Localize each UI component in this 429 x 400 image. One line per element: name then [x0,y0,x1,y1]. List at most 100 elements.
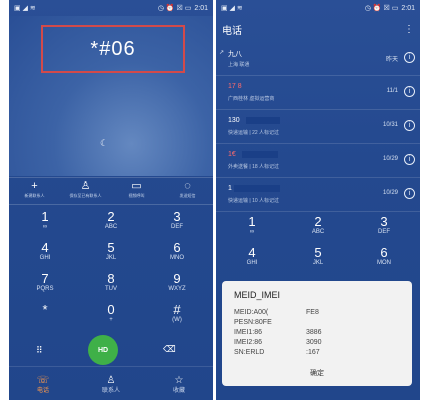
video-call-label: 视频呼叫 [128,193,145,198]
key-digit: 1 [41,209,49,224]
tab-phone-label: 电话 [36,387,49,394]
meid-label: MEID:A00( [234,309,269,316]
pesn-label: PESN:80FE [234,319,272,326]
dialer-actions: + 新建联系人 ♙ 保存至已有联系人 ▭ 视频呼叫 ◌ 发送短信 [9,177,213,205]
meid-value: FE8 [306,309,319,316]
imei2-value: 3090 [306,339,322,346]
key-digit: 3 [380,214,388,229]
key-3[interactable]: 3 DEF [147,210,207,231]
info-icon[interactable]: i [404,154,415,165]
page-title: 电话 [222,25,242,37]
list-item[interactable]: 17 8 广西桂林 虚拟运营商 11/1 i [216,76,420,110]
pesn-line: PESN:80FE [234,319,272,326]
info-icon[interactable]: i [404,52,415,63]
caller-name: 1 [228,185,232,192]
key-digit: 8 [107,271,115,286]
key-hash[interactable]: # (W) [147,303,207,324]
call-date: 10/29 [382,156,398,162]
redaction-bar [242,151,278,158]
key-4[interactable]: 4 GHI [15,241,75,262]
save-to-contact-button[interactable]: ♙ 保存至已有联系人 [67,180,105,204]
imei1-label: IMEI1:86 [234,329,263,336]
caller-name: 1€ [228,151,236,158]
call-date: 昨天 [385,57,398,63]
dialed-number[interactable]: *#06 [41,25,185,73]
voicemail-icon: ∞ [42,224,48,230]
key-letters: GHI [39,255,51,261]
dialpad-grid-icon[interactable]: ⠿ [36,345,43,356]
caller-info: 广西桂林 虚拟运营商 [228,96,275,102]
new-contact-button[interactable]: + 新建联系人 [16,180,54,204]
new-contact-label: 新建联系人 [24,193,45,198]
person-icon: ♙ [80,180,91,192]
key-digit: 4 [248,245,256,260]
dialer-screen: ▣ ◢ ≋ ◷ ⏰ ☒ ▭ 2:01 *#06 ☾ + 新建联系人 ♙ 保存至已… [9,0,213,400]
key-9[interactable]: 9 WXYZ [147,272,207,293]
tab-contacts[interactable]: ♙ 联系人 [86,375,136,395]
key-letters: PQRS [36,286,54,292]
key-digit: # [173,302,181,317]
list-item[interactable]: 1€ 外卖送餐 | 18 人标记过 10/29 i [216,144,420,178]
key-6[interactable]: 6 MON [354,246,414,267]
key-0[interactable]: 0 + [81,303,141,324]
ok-button[interactable]: 确定 [222,368,412,378]
key-letters: DEF [378,229,390,235]
imei1-line: IMEI1:86 3886 [234,329,322,336]
key-3[interactable]: 3 DEF [354,215,414,236]
info-icon[interactable]: i [404,188,415,199]
status-bar: ▣ ◢ ≋ ◷ ⏰ ☒ ▭ 2:01 [216,0,420,16]
key-1[interactable]: 1 ∞ [15,210,75,231]
list-item[interactable]: 130 快递运输 | 22 人标记过 10/31 i [216,110,420,144]
sn-value: :167 [306,349,320,356]
meid-imei-dialog: MEID_IMEI MEID:A00( FE8 PESN:80FE IMEI1:… [222,281,412,386]
key-8[interactable]: 8 TUV [81,272,141,293]
plus-icon: + [31,180,38,192]
key-letters: MON [377,260,391,266]
info-icon[interactable]: i [404,86,415,97]
key-digit: 2 [314,214,322,229]
key-digit: 1 [248,214,256,229]
outgoing-call-icon: ↗ [219,50,225,56]
key-5[interactable]: 5 JKL [288,246,348,267]
key-digit: 5 [107,240,115,255]
key-5[interactable]: 5 JKL [81,241,141,262]
star-icon: ☆ [174,374,184,386]
more-options-icon[interactable]: ⋮ [404,24,414,35]
caller-info: 快递运输 | 10 人标记过 [228,198,280,204]
key-1[interactable]: 1 ∞ [222,215,282,236]
key-digit: * [42,302,48,317]
caller-info: 上海 联通 [228,62,250,68]
backspace-icon[interactable]: ⌫ [163,344,176,355]
info-icon[interactable]: i [404,120,415,131]
tab-contacts-label: 联系人 [101,387,120,394]
list-item[interactable]: ↗ 九八 上海 联通 昨天 i [216,42,420,76]
caller-info: 快递运输 | 22 人标记过 [228,130,280,136]
tab-phone[interactable]: ☏ 电话 [18,375,68,395]
key-digit: 6 [173,240,181,255]
list-item[interactable]: 1 快递运输 | 10 人标记过 10/29 i [216,178,420,212]
key-letters: ABC [311,229,325,235]
key-star[interactable]: * [15,303,75,317]
key-digit: 2 [107,209,115,224]
call-button[interactable]: HD [88,335,118,365]
key-7[interactable]: 7 PQRS [15,272,75,293]
key-letters: JKL [312,260,324,266]
key-2[interactable]: 2 ABC [81,210,141,231]
tab-favorites[interactable]: ☆ 收藏 [154,375,204,395]
imei1-value: 3886 [306,329,322,336]
bottom-nav: ☏ 电话 ♙ 联系人 ☆ 收藏 [9,366,213,400]
key-4[interactable]: 4 GHI [222,246,282,267]
dialog-title: MEID_IMEI [234,290,281,300]
status-right-icons: ◷ ⏰ ☒ ▭ [364,5,399,12]
video-icon: ▭ [131,180,142,192]
caller-name: 九八 [228,51,242,58]
send-sms-button[interactable]: ◌ 发送短信 [169,180,207,204]
app-bar: 电话 ⋮ [216,16,420,42]
status-right-icons: ◷ ⏰ ☒ ▭ [157,5,192,12]
key-2[interactable]: 2 ABC [288,215,348,236]
contacts-icon: ♙ [106,374,116,386]
video-call-button[interactable]: ▭ 视频呼叫 [118,180,156,204]
sn-label: SN:ERLD [234,349,265,356]
sn-line: SN:ERLD :167 [234,349,320,356]
key-6[interactable]: 6 MNO [147,241,207,262]
